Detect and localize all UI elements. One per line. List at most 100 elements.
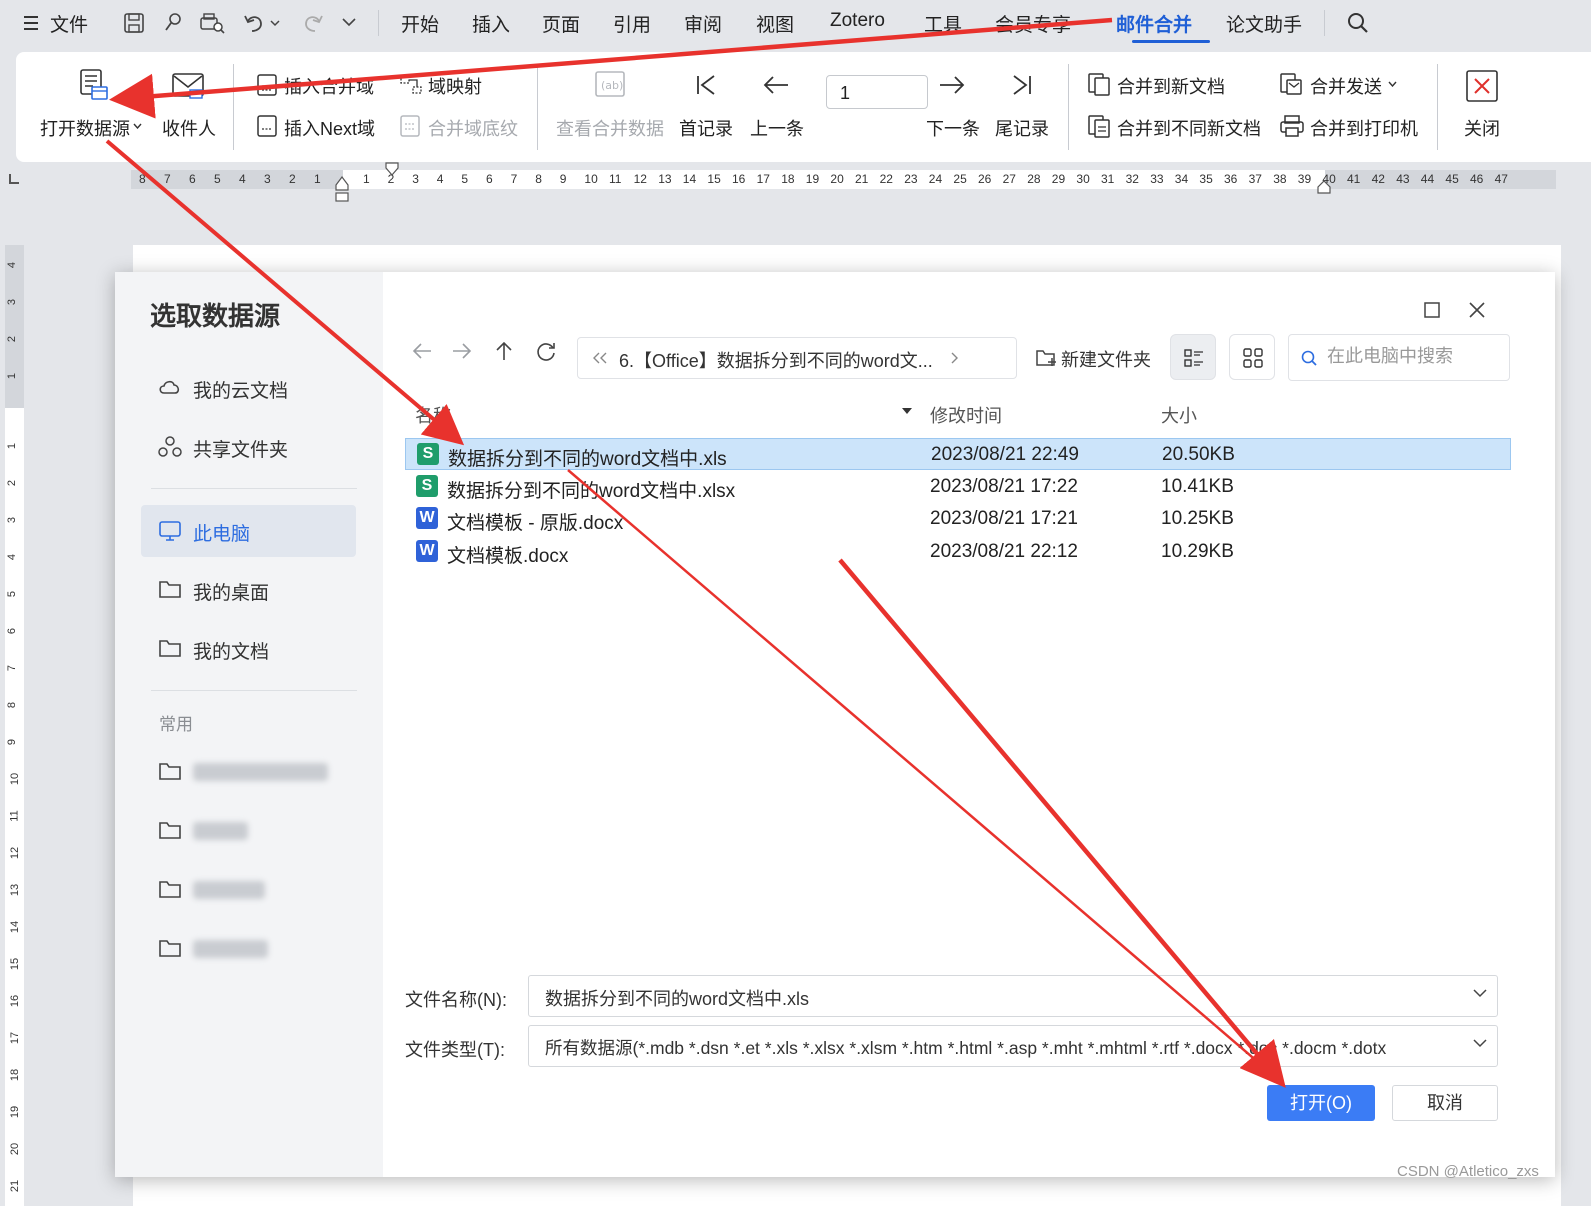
tab-zotero[interactable]: Zotero: [830, 10, 885, 32]
tab-tools[interactable]: 工具: [924, 10, 962, 37]
maximize-icon[interactable]: [1424, 302, 1440, 318]
indent-marker[interactable]: [335, 176, 349, 206]
chevron-down-icon[interactable]: [1473, 988, 1487, 998]
column-header-name[interactable]: 名称: [415, 402, 451, 428]
sidebar-item-frequent-folder[interactable]: [141, 864, 356, 916]
file-row[interactable]: S 数据拆分到不同的word文档中.xlsx 2023/08/21 17:22 …: [405, 471, 1511, 503]
chevron-down-icon[interactable]: [1388, 81, 1397, 87]
open-datasource-icon[interactable]: [79, 68, 109, 102]
tab-paper-assistant[interactable]: 论文助手: [1226, 10, 1302, 37]
mail-icon[interactable]: [172, 72, 204, 100]
tab-member[interactable]: 会员专享: [995, 10, 1071, 37]
close-button[interactable]: 关闭: [1464, 115, 1500, 141]
tab-review[interactable]: 审阅: [684, 10, 722, 37]
folder-icon: [158, 879, 182, 899]
vertical-ruler[interactable]: 4 3 2 1 1 2 3 4 5 6 7 8 9 10 11 12 13 14 15 16 17 18 19 20 21: [5, 245, 24, 1206]
chevron-right-icon[interactable]: [951, 352, 959, 364]
search-icon[interactable]: [1346, 11, 1368, 33]
last-record-button[interactable]: 尾记录: [995, 115, 1049, 141]
insert-merge-field-button[interactable]: 插入合并域: [284, 73, 374, 99]
tab-view[interactable]: 视图: [756, 10, 794, 37]
open-datasource-button[interactable]: 打开数据源: [40, 115, 130, 141]
new-folder-icon[interactable]: [1035, 348, 1057, 368]
merge-field-shading-button[interactable]: 合并域底纹: [428, 115, 518, 141]
open-button[interactable]: 打开(O): [1267, 1085, 1375, 1121]
file-row[interactable]: W 文档模板 - 原版.docx 2023/08/21 17:21 10.25K…: [405, 503, 1511, 535]
sidebar-item-frequent-folder[interactable]: [141, 746, 356, 798]
first-record-icon[interactable]: [694, 73, 718, 97]
print-preview-icon[interactable]: [199, 12, 225, 34]
forward-icon[interactable]: [451, 340, 473, 362]
close-icon[interactable]: [1468, 301, 1486, 319]
first-record-button[interactable]: 首记录: [679, 115, 733, 141]
sidebar-item-label: 我的文档: [193, 642, 270, 663]
tab-mail-merge[interactable]: 邮件合并: [1116, 10, 1192, 37]
merge-diff-docs-button[interactable]: 合并到不同新文档: [1117, 115, 1261, 141]
tab-home[interactable]: 开始: [401, 10, 439, 37]
cancel-button[interactable]: 取消: [1392, 1085, 1498, 1121]
undo-dropdown-icon[interactable]: [270, 19, 280, 27]
sidebar-item-desktop[interactable]: 我的桌面: [141, 564, 356, 616]
recipients-button[interactable]: 收件人: [162, 115, 216, 141]
hamburger-icon[interactable]: [24, 15, 38, 31]
search-box[interactable]: [1288, 334, 1510, 381]
first-line-indent-marker[interactable]: [385, 162, 399, 176]
sidebar-item-frequent-folder[interactable]: [141, 805, 356, 857]
merge-send-button[interactable]: 合并发送: [1310, 73, 1382, 99]
field-mapping-icon[interactable]: [399, 74, 423, 96]
column-header-size[interactable]: 大小: [1161, 402, 1197, 428]
next-record-button[interactable]: 下一条: [926, 115, 980, 141]
search-input[interactable]: [1325, 345, 1504, 368]
undo-icon[interactable]: [243, 12, 265, 34]
arrow-left-icon[interactable]: [762, 74, 790, 96]
merge-diff-docs-icon[interactable]: [1087, 114, 1111, 138]
save-icon[interactable]: [123, 12, 145, 34]
insert-merge-field-icon[interactable]: [256, 73, 278, 97]
back-icon[interactable]: [411, 340, 433, 362]
sidebar-item-cloud[interactable]: 我的云文档: [141, 362, 356, 414]
insert-next-field-button[interactable]: 插入Next域: [284, 115, 375, 141]
sidebar-item-documents[interactable]: 我的文档: [141, 623, 356, 675]
sort-arrow-icon[interactable]: [901, 407, 913, 415]
merge-new-doc-icon[interactable]: [1087, 72, 1111, 96]
sidebar-item-shared[interactable]: 共享文件夹: [141, 421, 356, 473]
refresh-icon[interactable]: [535, 340, 557, 362]
column-header-modified[interactable]: 修改时间: [930, 402, 1002, 428]
file-row[interactable]: S 数据拆分到不同的word文档中.xls 2023/08/21 22:49 2…: [405, 438, 1511, 470]
sidebar-item-this-pc[interactable]: 此电脑: [141, 505, 356, 557]
chevron-down-icon[interactable]: [133, 123, 142, 129]
filename-combobox[interactable]: 数据拆分到不同的word文档中.xls: [528, 975, 1498, 1017]
grid-view-button[interactable]: [1229, 334, 1275, 380]
double-chevron-left-icon[interactable]: [592, 352, 608, 364]
ruler-tick-label: 3: [6, 516, 19, 524]
right-indent-marker[interactable]: [1317, 180, 1331, 194]
record-number-input[interactable]: 1: [826, 75, 928, 109]
quick-access-more-icon[interactable]: [342, 17, 356, 27]
redo-icon[interactable]: [302, 12, 324, 34]
insert-next-field-icon[interactable]: [256, 114, 278, 138]
list-view-button[interactable]: [1170, 334, 1216, 380]
file-row[interactable]: W 文档模板.docx 2023/08/21 22:12 10.29KB: [405, 536, 1511, 568]
last-record-icon[interactable]: [1010, 73, 1034, 97]
chevron-down-icon[interactable]: [1473, 1038, 1487, 1048]
merge-send-icon[interactable]: [1279, 72, 1303, 96]
printer-icon[interactable]: [1279, 114, 1305, 138]
path-breadcrumb[interactable]: 6.【Office】数据拆分到不同的word文...: [577, 337, 1017, 379]
ruler-corner[interactable]: [8, 173, 20, 185]
merge-new-doc-button[interactable]: 合并到新文档: [1117, 73, 1225, 99]
merge-printer-button[interactable]: 合并到打印机: [1310, 115, 1418, 141]
up-folder-icon[interactable]: [493, 340, 515, 362]
prev-record-button[interactable]: 上一条: [750, 115, 804, 141]
tab-page[interactable]: 页面: [542, 10, 580, 37]
view-merged-data-button[interactable]: 查看合并数据: [556, 115, 664, 141]
file-menu[interactable]: 文件: [50, 10, 88, 37]
filetype-combobox[interactable]: 所有数据源(*.mdb *.dsn *.et *.xls *.xlsx *.xl…: [528, 1025, 1498, 1067]
sidebar-item-frequent-folder[interactable]: [141, 923, 356, 975]
close-mail-merge-icon[interactable]: [1466, 70, 1498, 102]
field-mapping-button[interactable]: 域映射: [428, 73, 482, 99]
tab-insert[interactable]: 插入: [472, 10, 510, 37]
new-folder-button[interactable]: 新建文件夹: [1061, 346, 1151, 372]
format-painter-icon[interactable]: [162, 12, 184, 34]
tab-references[interactable]: 引用: [613, 10, 651, 37]
arrow-right-icon[interactable]: [938, 74, 966, 96]
